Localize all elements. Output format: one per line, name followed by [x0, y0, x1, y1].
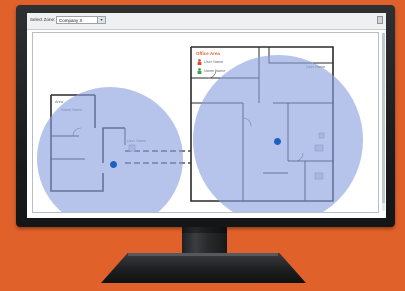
zone-select-value: Company X — [59, 18, 83, 23]
access-point-icon[interactable] — [274, 138, 281, 145]
map-toolbar: Select Zone: Company X ▾ — [27, 13, 386, 30]
office-user-name: Name Name — [204, 69, 226, 73]
access-point-icon[interactable] — [110, 161, 117, 168]
monitor-illustration: Select Zone: Company X ▾ Office Area Use… — [0, 0, 405, 291]
person-icon[interactable] — [197, 59, 202, 65]
select-zone-label: Select Zone: — [30, 17, 56, 22]
scrollbar-thumb[interactable] — [382, 33, 385, 203]
monitor-screen: Select Zone: Company X ▾ Office Area Use… — [27, 13, 386, 218]
vertical-scrollbar[interactable] — [382, 33, 385, 211]
monitor-stand-base — [101, 253, 306, 283]
coverage-zone-right[interactable] — [193, 55, 363, 212]
print-icon[interactable] — [377, 16, 383, 24]
monitor-stand-base-highlight — [128, 253, 278, 256]
monitor-stand-shadow — [182, 227, 227, 233]
person-icon[interactable] — [197, 68, 202, 74]
office-user-name: User Name — [204, 60, 224, 64]
chevron-down-icon[interactable]: ▾ — [97, 17, 105, 23]
floor-plan-map[interactable]: Office Area User Name Name Name Area Nam… — [32, 32, 379, 213]
zone-select[interactable]: Company X ▾ — [56, 16, 106, 24]
office-area-title: Office Area — [196, 51, 220, 56]
